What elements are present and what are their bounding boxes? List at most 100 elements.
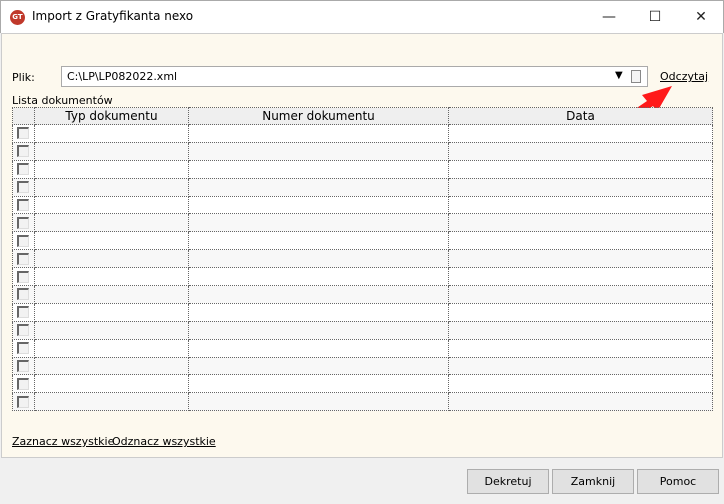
- row-checkbox[interactable]: [17, 270, 29, 283]
- date-cell: [448, 195, 713, 215]
- type-cell: [34, 392, 189, 412]
- row-checkbox[interactable]: [17, 163, 29, 176]
- row-checkbox-cell[interactable]: [12, 124, 35, 143]
- checkbox-column-header: [12, 107, 35, 125]
- date-cell: [448, 231, 713, 251]
- table-row[interactable]: [12, 159, 713, 179]
- table-row[interactable]: [12, 267, 713, 287]
- type-cell: [34, 231, 189, 251]
- row-checkbox[interactable]: [17, 395, 29, 408]
- number-cell: [188, 320, 449, 340]
- table-row[interactable]: [12, 124, 713, 143]
- row-checkbox-cell[interactable]: [12, 392, 35, 412]
- date-cell: [448, 374, 713, 394]
- type-cell: [34, 249, 189, 269]
- app-icon: GT: [10, 10, 25, 25]
- row-checkbox-cell[interactable]: [12, 302, 35, 322]
- row-checkbox[interactable]: [17, 127, 29, 140]
- type-cell: [34, 124, 189, 143]
- column-header-type[interactable]: Typ dokumentu: [34, 107, 189, 125]
- date-cell: [448, 159, 713, 179]
- row-checkbox-cell[interactable]: [12, 231, 35, 251]
- number-cell: [188, 249, 449, 269]
- type-cell: [34, 302, 189, 322]
- type-cell: [34, 213, 189, 233]
- deselect-all-link[interactable]: Odznacz wszystkie: [112, 435, 216, 448]
- type-cell: [34, 141, 189, 161]
- document-table: Typ dokumentu Numer dokumentu Data: [12, 107, 713, 412]
- window-title: Import z Gratyfikanta nexo: [32, 9, 194, 23]
- row-checkbox[interactable]: [17, 252, 29, 265]
- type-cell: [34, 285, 189, 304]
- row-checkbox-cell[interactable]: [12, 249, 35, 269]
- date-cell: [448, 213, 713, 233]
- table-row[interactable]: [12, 374, 713, 394]
- select-all-link[interactable]: Zaznacz wszystkie: [12, 435, 114, 448]
- post-button[interactable]: Dekretuj: [467, 469, 549, 494]
- row-checkbox-cell[interactable]: [12, 338, 35, 358]
- type-cell: [34, 159, 189, 179]
- row-checkbox[interactable]: [17, 306, 29, 319]
- number-cell: [188, 124, 449, 143]
- row-checkbox[interactable]: [17, 145, 29, 158]
- number-cell: [188, 302, 449, 322]
- close-button[interactable]: ✕: [678, 1, 724, 33]
- file-path-input[interactable]: C:\LP\LP082022.xml: [61, 66, 648, 87]
- table-row[interactable]: [12, 392, 713, 412]
- table-row[interactable]: [12, 177, 713, 197]
- table-row[interactable]: [12, 141, 713, 161]
- minimize-button[interactable]: —: [586, 1, 632, 33]
- row-checkbox[interactable]: [17, 360, 29, 373]
- date-cell: [448, 267, 713, 287]
- row-checkbox-cell[interactable]: [12, 159, 35, 179]
- row-checkbox[interactable]: [17, 377, 29, 390]
- type-cell: [34, 356, 189, 376]
- date-cell: [448, 141, 713, 161]
- row-checkbox-cell[interactable]: [12, 267, 35, 287]
- row-checkbox[interactable]: [17, 199, 29, 211]
- table-row[interactable]: [12, 195, 713, 215]
- row-checkbox-cell[interactable]: [12, 320, 35, 340]
- number-cell: [188, 285, 449, 304]
- type-cell: [34, 338, 189, 358]
- table-row[interactable]: [12, 338, 713, 358]
- title-bar: GT Import z Gratyfikanta nexo — ☐ ✕: [0, 0, 724, 33]
- date-cell: [448, 285, 713, 304]
- row-checkbox-cell[interactable]: [12, 141, 35, 161]
- row-checkbox-cell[interactable]: [12, 356, 35, 376]
- number-cell: [188, 177, 449, 197]
- row-checkbox-cell[interactable]: [12, 177, 35, 197]
- table-row[interactable]: [12, 285, 713, 304]
- table-row[interactable]: [12, 231, 713, 251]
- row-checkbox-cell[interactable]: [12, 374, 35, 394]
- row-checkbox[interactable]: [17, 234, 29, 247]
- number-cell: [188, 356, 449, 376]
- date-cell: [448, 338, 713, 358]
- row-checkbox[interactable]: [17, 342, 29, 355]
- maximize-button[interactable]: ☐: [632, 1, 678, 33]
- number-cell: [188, 141, 449, 161]
- table-row[interactable]: [12, 356, 713, 376]
- row-checkbox-cell[interactable]: [12, 285, 35, 304]
- number-cell: [188, 231, 449, 251]
- row-checkbox[interactable]: [17, 288, 29, 301]
- document-list-label: Lista dokumentów: [12, 94, 113, 107]
- close-dialog-button[interactable]: Zamknij: [552, 469, 634, 494]
- table-row[interactable]: [12, 249, 713, 269]
- row-checkbox[interactable]: [17, 181, 29, 194]
- number-cell: [188, 213, 449, 233]
- column-header-number[interactable]: Numer dokumentu: [188, 107, 449, 125]
- table-row[interactable]: [12, 302, 713, 322]
- row-checkbox-cell[interactable]: [12, 195, 35, 215]
- row-checkbox-cell[interactable]: [12, 213, 35, 233]
- number-cell: [188, 374, 449, 394]
- row-checkbox[interactable]: [17, 324, 29, 337]
- help-button[interactable]: Pomoc: [637, 469, 719, 494]
- table-row[interactable]: [12, 320, 713, 340]
- row-checkbox[interactable]: [17, 216, 29, 229]
- table-row[interactable]: [12, 213, 713, 233]
- column-header-date[interactable]: Data: [448, 107, 713, 125]
- number-cell: [188, 159, 449, 179]
- type-cell: [34, 177, 189, 197]
- date-cell: [448, 320, 713, 340]
